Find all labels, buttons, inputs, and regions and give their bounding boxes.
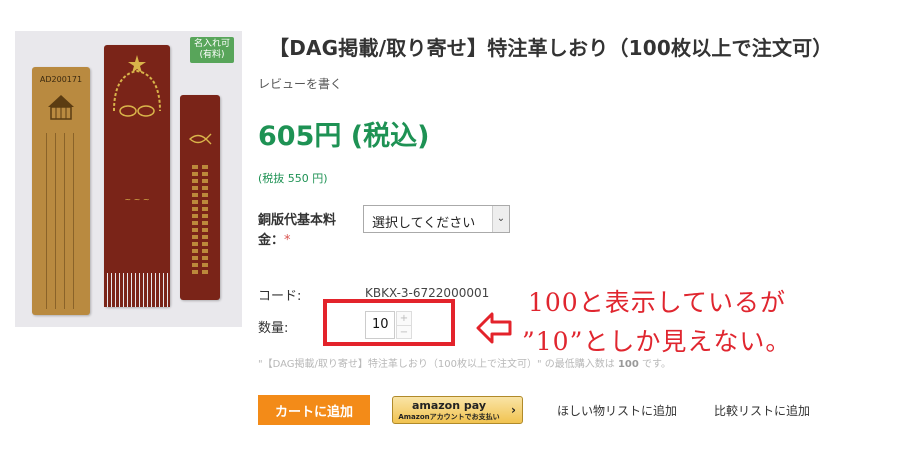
select-value: 選択してください [372, 216, 476, 231]
amazon-pay-subtext: Amazonアカウントでお支払い [398, 413, 500, 421]
annotation-line1: 100と表示しているが [528, 288, 786, 317]
plate-fee-label: 銅版代基本料金：* [258, 211, 344, 251]
product-title: 【DAG掲載/取り寄せ】特注革しおり（100枚以上で注文可） [269, 36, 833, 60]
star-doves-icon [113, 55, 161, 117]
amazon-pay-logo: amazon pay [411, 399, 487, 412]
bookmark-vertical-text [192, 165, 198, 275]
bookmark-verse-decoration: ~ ~ ~ [124, 195, 150, 204]
add-to-wishlist-link[interactable]: ほしい物リストに追加 [557, 402, 677, 419]
quantity-label: 数量: [258, 321, 289, 336]
price-tax-excluded: (税抜 550 円) [258, 172, 328, 185]
plate-fee-select[interactable]: 選択してください ⌄ [363, 205, 510, 233]
amazon-pay-button[interactable]: amazon pay Amazonアカウントでお支払い › [392, 396, 523, 424]
bookmark-tan: AD200171 [32, 67, 90, 315]
required-mark: * [284, 233, 291, 248]
annotation-highlight-box [323, 299, 455, 346]
bookmark-code: AD200171 [39, 75, 83, 84]
add-to-cart-button[interactable]: カートに追加 [258, 395, 370, 425]
badge-line2: (有料) [199, 50, 225, 60]
code-value: KBKX-3-6722000001 [365, 286, 490, 300]
name-engraving-badge: 名入れ可 (有料) [189, 37, 234, 63]
code-label: コード: [258, 289, 302, 304]
bookmark-vertical-text [202, 165, 208, 275]
add-to-compare-link[interactable]: 比較リストに追加 [714, 402, 810, 419]
min-note-prefix: "【DAG掲載/取り寄せ】特注革しおり（100枚以上で注文可）" の最低購入数は [258, 359, 618, 370]
chevron-down-icon[interactable]: ⌄ [492, 206, 509, 232]
bookmark-red-fish [180, 95, 220, 300]
church-icon [48, 95, 74, 120]
product-image[interactable]: 名入れ可 (有料) AD200171 ~ ~ ~ [15, 31, 242, 327]
minimum-quantity-note: "【DAG掲載/取り寄せ】特注革しおり（100枚以上で注文可）" の最低購入数は… [258, 355, 671, 370]
fish-icon [188, 133, 212, 145]
bookmark-fringe [104, 273, 170, 307]
write-review-link[interactable]: レビューを書く [258, 75, 342, 92]
annotation-line2: ”10”としか見えない。 [522, 327, 792, 356]
min-note-suffix: です。 [638, 359, 672, 370]
bookmark-text-decoration [41, 133, 81, 309]
left-arrow-icon [476, 312, 512, 344]
price-tax-included: 605円 (税込) [258, 121, 430, 152]
min-note-value: 100 [617, 359, 639, 370]
badge-line1: 名入れ可 [193, 39, 230, 49]
plate-fee-label-text: 銅版代基本料金： [258, 213, 337, 248]
chevron-right-icon: › [511, 403, 516, 417]
bookmark-red-doves: ~ ~ ~ [104, 45, 170, 307]
